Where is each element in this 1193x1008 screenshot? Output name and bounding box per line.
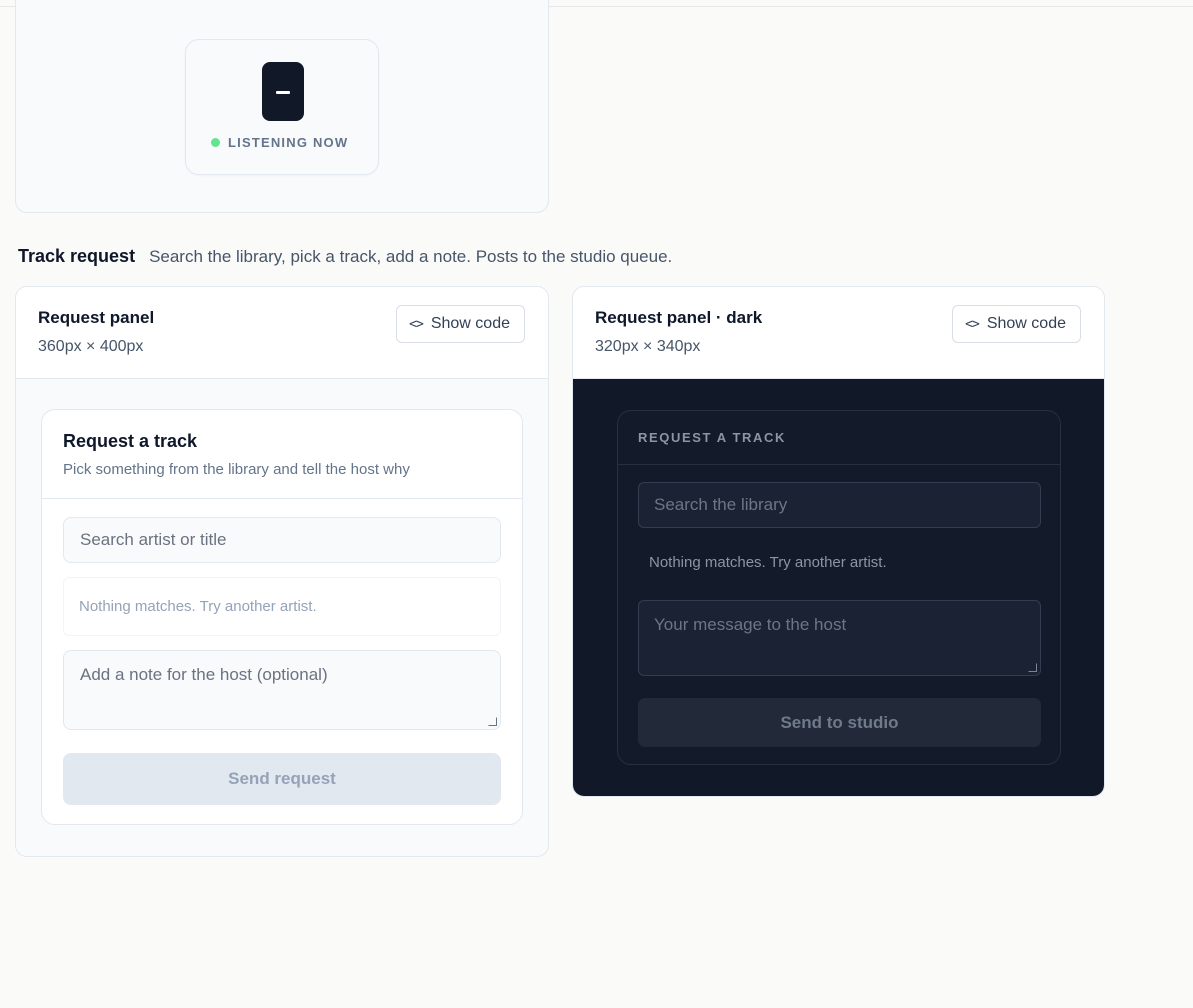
- listening-status-label: LISTENING NOW: [228, 135, 349, 150]
- play-pause-button[interactable]: [262, 62, 304, 121]
- demo-preview-area: REQUEST A TRACK Search the library Nothi…: [573, 379, 1104, 796]
- demo-name: Request panel: [38, 308, 155, 327]
- listening-status: LISTENING NOW: [211, 135, 348, 150]
- search-input[interactable]: Search the library: [638, 482, 1041, 528]
- show-code-button[interactable]: <> Show code: [952, 305, 1081, 343]
- empty-results: Nothing matches. Try another artist.: [63, 577, 501, 636]
- demo-size: 360px × 400px: [38, 338, 144, 355]
- show-code-label: Show code: [430, 315, 510, 332]
- message-placeholder: Your message to the host: [654, 615, 847, 634]
- code-icon: <>: [409, 316, 424, 332]
- request-panel: Request a track Pick something from the …: [41, 409, 523, 825]
- panel-subtitle: Pick something from the library and tell…: [63, 461, 410, 478]
- send-to-studio-label: Send to studio: [780, 712, 899, 732]
- note-textarea[interactable]: Add a note for the host (optional): [63, 650, 501, 730]
- show-code-label: Show code: [986, 315, 1066, 332]
- minus-icon: [276, 91, 290, 94]
- search-placeholder: Search artist or title: [80, 530, 227, 549]
- search-placeholder: Search the library: [654, 495, 788, 514]
- request-panel-dark: REQUEST A TRACK Search the library Nothi…: [617, 410, 1061, 765]
- search-input[interactable]: Search artist or title: [63, 517, 501, 563]
- panel-title: Request a track: [63, 431, 198, 451]
- section-title: Track request: [18, 246, 136, 266]
- empty-results-text: Nothing matches. Try another artist.: [649, 554, 887, 571]
- send-request-button[interactable]: Send request: [63, 753, 501, 805]
- demo-preview-area: Request a track Pick something from the …: [16, 379, 548, 856]
- show-code-button[interactable]: <> Show code: [396, 305, 525, 343]
- panel-title: REQUEST A TRACK: [638, 430, 786, 445]
- empty-results-text: Nothing matches. Try another artist.: [79, 598, 317, 615]
- demo-card-dark: Request panel · dark 320px × 340px <> Sh…: [572, 286, 1105, 797]
- panel-header: Request a track Pick something from the …: [42, 410, 522, 499]
- resize-handle-icon[interactable]: [1028, 663, 1037, 672]
- section-description: Search the library, pick a track, add a …: [149, 247, 673, 266]
- demo-header: Request panel 360px × 400px <> Show code: [16, 287, 548, 379]
- demo-card-light: Request panel 360px × 400px <> Show code…: [15, 286, 549, 857]
- live-dot-icon: [211, 138, 220, 147]
- demo-header: Request panel · dark 320px × 340px <> Sh…: [573, 287, 1104, 379]
- demo-name: Request panel · dark: [595, 308, 763, 327]
- demo-size: 320px × 340px: [595, 338, 701, 355]
- send-to-studio-button[interactable]: Send to studio: [638, 698, 1041, 747]
- panel-header: REQUEST A TRACK: [618, 411, 1060, 465]
- send-request-label: Send request: [228, 769, 336, 788]
- section-header: Track request Search the library, pick a…: [18, 246, 672, 267]
- message-textarea[interactable]: Your message to the host: [638, 600, 1041, 676]
- note-placeholder: Add a note for the host (optional): [80, 665, 328, 684]
- resize-handle-icon[interactable]: [488, 717, 497, 726]
- code-icon: <>: [965, 316, 980, 332]
- listening-widget: LISTENING NOW: [185, 39, 379, 175]
